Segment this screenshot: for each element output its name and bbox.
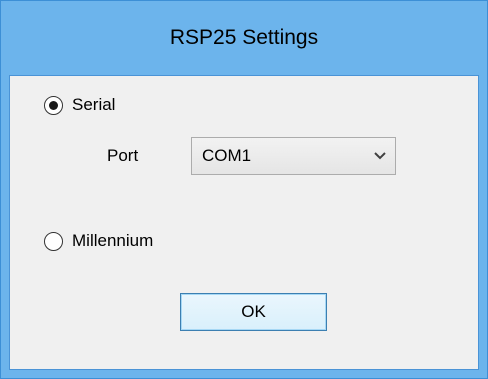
dialog-title: RSP25 Settings [169,26,319,49]
serial-radio-button[interactable] [44,95,63,115]
ok-button[interactable]: OK [180,293,327,331]
port-label: Port [107,146,139,165]
millennium-radio-button[interactable] [44,231,63,251]
millennium-radio-label: Millennium [72,231,154,250]
serial-radio-label: Serial [72,95,116,114]
chevron-down-icon[interactable] [365,138,395,174]
millennium-radio-option[interactable]: Millennium [44,231,153,251]
dialog-content: Serial Port COM1 Millennium OK [9,75,479,370]
port-dropdown[interactable]: COM1 [191,137,396,175]
settings-dialog: RSP25 Settings Serial Port COM1 Millenni… [0,0,488,379]
port-dropdown-value: COM1 [202,146,252,165]
serial-radio-option[interactable]: Serial [44,95,115,115]
